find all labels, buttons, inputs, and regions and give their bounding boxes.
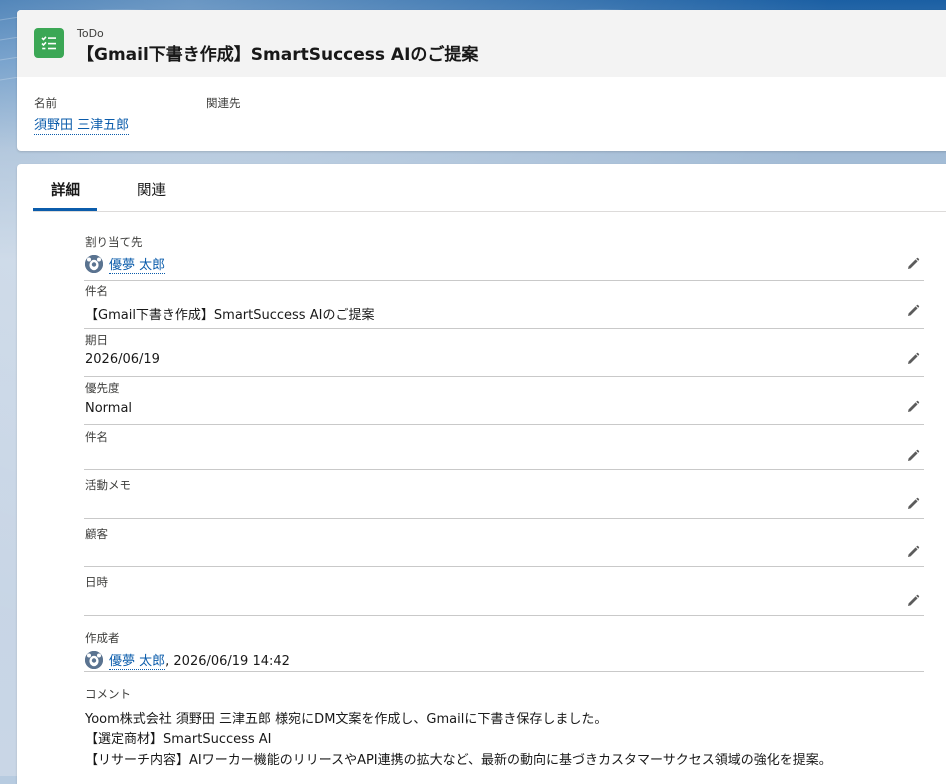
highlight-name-link[interactable]: 須野田 三津五郎 [34, 114, 130, 135]
edit-datetime-pencil-icon[interactable] [906, 594, 920, 608]
field-created-by-label: 作成者 [85, 631, 120, 645]
field-activity-memo-label: 活動メモ [85, 478, 131, 492]
tab-bar: 詳細 関連 [33, 164, 946, 212]
field-customer-label: 顧客 [85, 527, 108, 541]
user-avatar-icon [85, 651, 103, 669]
record-header: ToDo 【Gmail下書き作成】SmartSuccess AIのご提案 名前 … [17, 10, 946, 151]
edit-priority-pencil-icon[interactable] [906, 400, 920, 414]
field-created-by: 作成者 優夢 太郎, 2026/06/19 14:42 [84, 630, 924, 672]
active-tab-indicator [33, 208, 97, 211]
field-customer: 顧客 [84, 526, 924, 567]
record-type-label: ToDo [77, 27, 104, 40]
edit-activity-memo-pencil-icon[interactable] [906, 497, 920, 511]
field-created-by-link[interactable]: 優夢 太郎 [109, 654, 166, 670]
edit-assignee-pencil-icon[interactable] [906, 257, 920, 271]
tab-details[interactable]: 詳細 [51, 179, 80, 200]
comment-line: Yoom株式会社 須野田 三津五郎 様宛にDM文案を作成し、Gmailに下書き保… [85, 712, 608, 727]
field-subject: 件名 【Gmail下書き作成】SmartSuccess AIのご提案 [84, 283, 924, 329]
edit-subject-2-pencil-icon[interactable] [906, 449, 920, 463]
field-assignee-value-wrap: 優夢 太郎 [85, 254, 166, 274]
field-due-date-value: 2026/06/19 [85, 352, 160, 367]
field-created-by-date: , 2026/06/19 14:42 [165, 654, 290, 669]
edit-due-date-pencil-icon[interactable] [906, 352, 920, 366]
field-subject-label: 件名 [85, 284, 108, 298]
field-priority: 優先度 Normal [84, 380, 924, 425]
field-datetime-label: 日時 [85, 575, 108, 589]
edit-customer-pencil-icon[interactable] [906, 545, 920, 559]
field-subject-2: 件名 [84, 429, 924, 470]
field-due-date-label: 期日 [85, 333, 108, 347]
field-assignee-label: 割り当て先 [85, 235, 143, 249]
edit-subject-pencil-icon[interactable] [906, 304, 920, 318]
field-assignee: 割り当て先 優夢 太郎 [84, 234, 924, 281]
field-comment-label: コメント [85, 687, 131, 701]
user-avatar-icon [85, 255, 103, 273]
todo-checklist-icon [34, 28, 64, 58]
comment-line: 【選定商材】SmartSuccess AI [85, 732, 272, 747]
field-priority-value: Normal [85, 401, 133, 416]
comment-line: 【リサーチ内容】AIワーカー機能のリリースやAPI連携の拡大など、最新の動向に基… [85, 753, 832, 768]
field-datetime: 日時 [84, 574, 924, 616]
tab-related[interactable]: 関連 [137, 179, 166, 200]
detail-panel: 詳細 関連 割り当て先 優夢 太郎 件名 【Gmail下書き作成】SmartSu… [17, 164, 946, 784]
field-assignee-link[interactable]: 優夢 太郎 [109, 258, 166, 274]
field-subject-value: 【Gmail下書き作成】SmartSuccess AIのご提案 [85, 308, 375, 323]
highlight-related-label: 関連先 [206, 96, 241, 110]
field-created-by-value-wrap: 優夢 太郎, 2026/06/19 14:42 [85, 650, 290, 670]
field-due-date: 期日 2026/06/19 [84, 332, 924, 377]
field-priority-label: 優先度 [85, 381, 120, 395]
record-title: 【Gmail下書き作成】SmartSuccess AIのご提案 [77, 45, 479, 65]
highlight-name-label: 名前 [34, 96, 57, 110]
field-activity-memo: 活動メモ [84, 477, 924, 519]
field-subject-2-label: 件名 [85, 430, 108, 444]
